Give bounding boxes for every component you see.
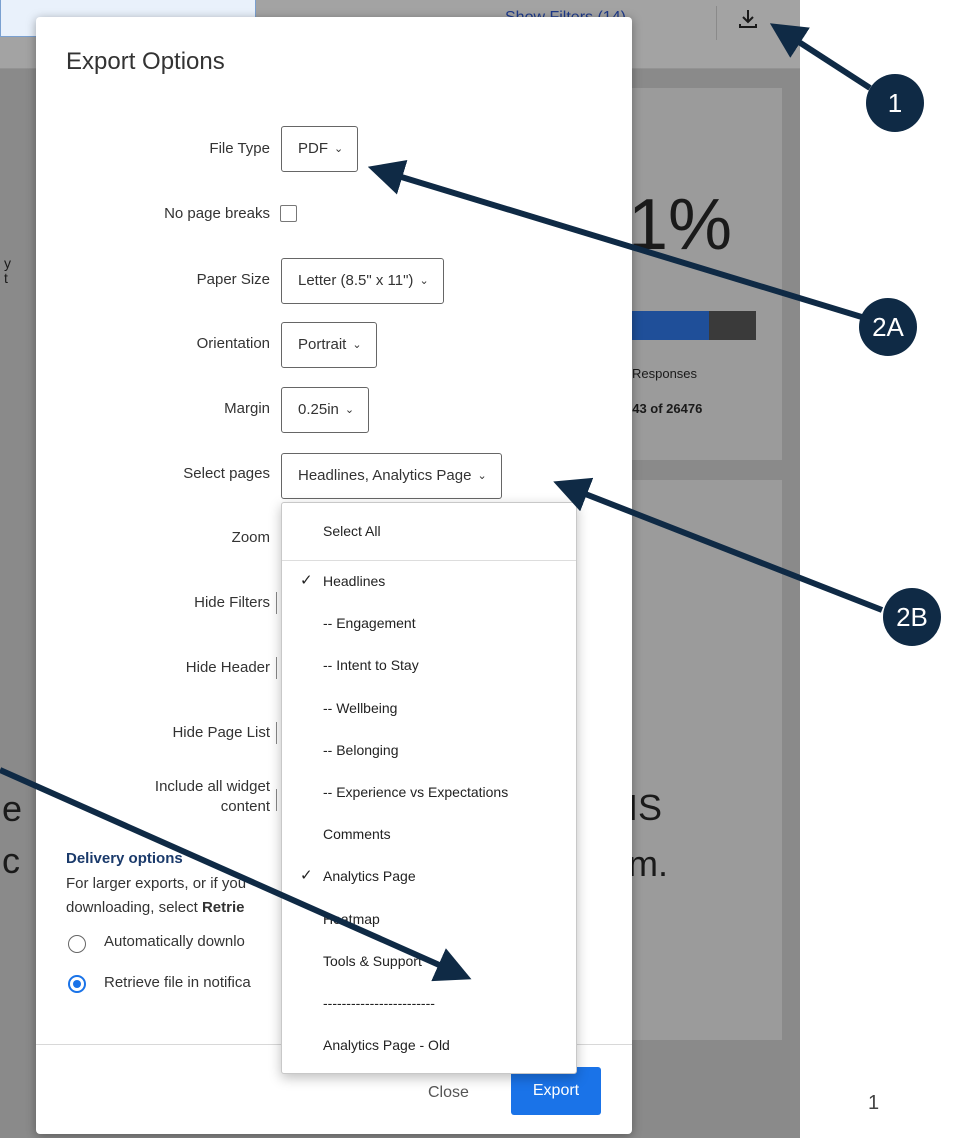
arrow-2a	[367, 160, 866, 321]
page-number: 1	[868, 1092, 880, 1114]
annotation-arrows	[0, 23, 884, 982]
annotation-badge-1: 1	[866, 74, 924, 132]
arrow-2b	[553, 477, 884, 613]
annotation-badge-2a: 2A	[859, 298, 917, 356]
arrow-1	[769, 23, 872, 91]
annotation-badge-2b: 2B	[883, 588, 941, 646]
arrow-bottom	[0, 767, 472, 982]
